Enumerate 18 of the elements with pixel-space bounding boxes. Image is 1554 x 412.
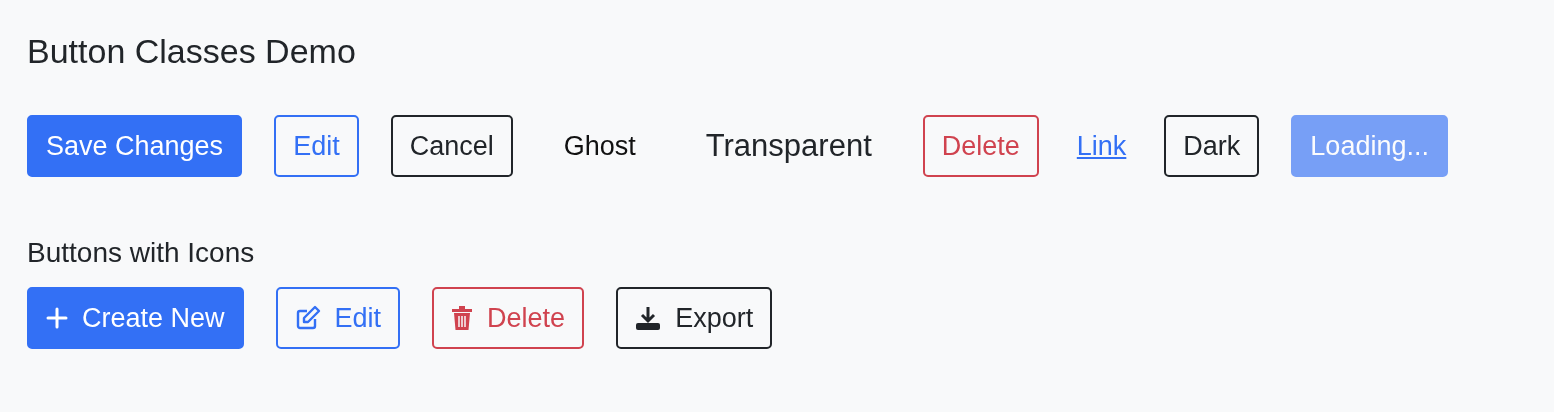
outline-button[interactable]: Export xyxy=(616,287,773,349)
primary-button[interactable]: Create New xyxy=(27,287,244,349)
danger-button[interactable]: Delete xyxy=(922,115,1039,177)
pencil-icon xyxy=(294,305,321,331)
plus-icon xyxy=(46,307,68,329)
outline-button[interactable]: Cancel xyxy=(390,115,513,177)
danger-button[interactable]: Delete xyxy=(432,287,585,349)
download-icon xyxy=(635,305,662,331)
trash-icon xyxy=(451,305,474,331)
outline-button[interactable]: Edit xyxy=(275,287,401,349)
section-heading: Buttons with Icons xyxy=(27,237,256,269)
ghost-button[interactable]: Ghost xyxy=(544,115,655,177)
page-title: Button Classes Demo xyxy=(27,32,357,71)
outline-button[interactable]: Dark xyxy=(1164,115,1260,177)
transparent-button[interactable]: Transparent xyxy=(686,115,891,177)
link[interactable]: Link xyxy=(1070,115,1133,177)
outline-button[interactable]: Edit xyxy=(274,115,359,177)
primary-button[interactable]: Save Changes xyxy=(27,115,243,177)
